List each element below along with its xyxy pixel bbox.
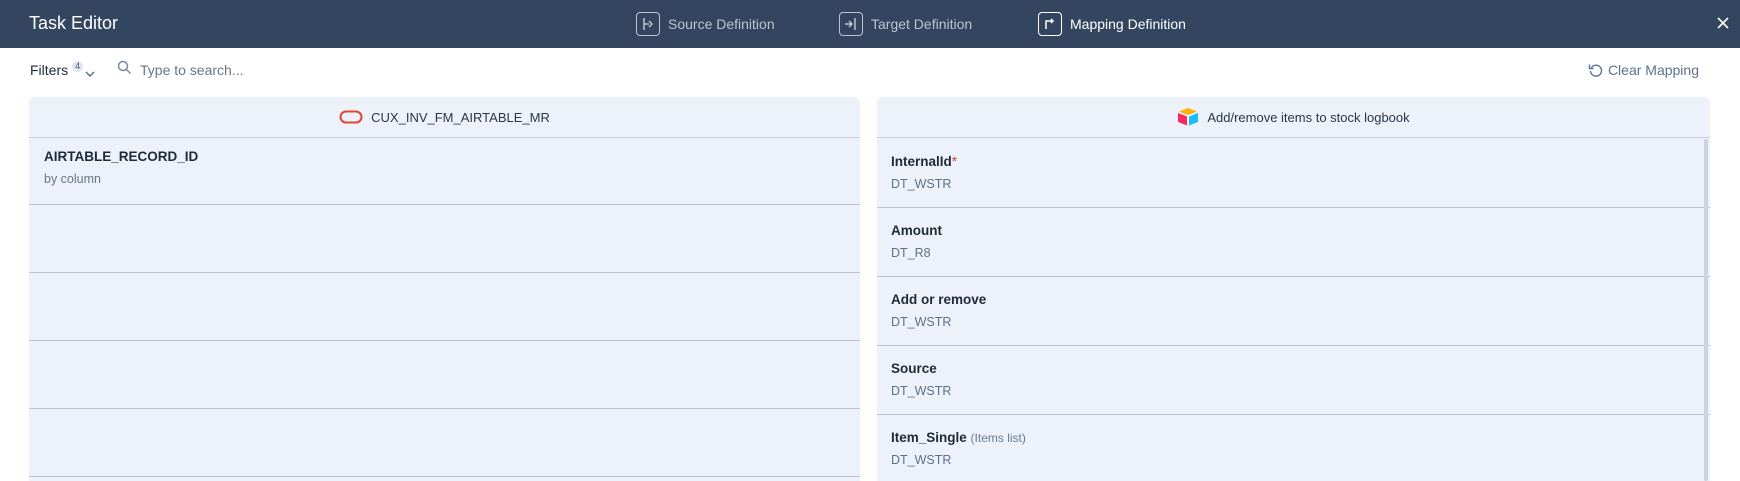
target-field-name: Add or remove [891, 292, 987, 307]
toolbar: Filters 4 Clear Mapping [0, 48, 1740, 96]
source-definition-icon [636, 12, 660, 36]
target-field-name: Source [891, 361, 937, 376]
target-row[interactable]: Add or remove DT_WSTR [877, 277, 1710, 346]
source-panel: CUX_INV_FM_AIRTABLE_MR AIRTABLE_RECORD_I… [29, 97, 860, 481]
target-field-type: DT_WSTR [891, 177, 952, 191]
search-input[interactable] [140, 62, 440, 78]
target-panel-title: Add/remove items to stock logbook [1207, 109, 1410, 125]
target-field-type: DT_WSTR [891, 384, 952, 398]
target-definition-icon [839, 12, 863, 36]
source-panel-header: CUX_INV_FM_AIRTABLE_MR [29, 97, 860, 138]
tab-target-label: Target Definition [871, 16, 973, 32]
target-row[interactable]: Item_Single (Items list) DT_WSTR [877, 415, 1710, 481]
tab-mapping-definition[interactable]: Mapping Definition [1038, 11, 1186, 37]
oracle-icon [339, 110, 363, 124]
target-panel: Add/remove items to stock logbook Intern… [877, 97, 1710, 481]
tab-source-label: Source Definition [668, 16, 775, 32]
filters-button[interactable]: Filters 4 [30, 61, 95, 81]
target-scrollbar[interactable] [1704, 139, 1708, 481]
target-field-name: InternalId [891, 154, 952, 169]
source-row-empty[interactable] [29, 205, 860, 273]
tab-target-definition[interactable]: Target Definition [839, 11, 972, 37]
airtable-icon [1177, 107, 1199, 127]
source-row[interactable]: AIRTABLE_RECORD_ID by column [29, 139, 860, 205]
app-title: Task Editor [29, 13, 119, 33]
clear-mapping-label: Clear Mapping [1607, 62, 1699, 78]
search-icon [117, 60, 132, 80]
source-row-empty[interactable] [29, 273, 860, 341]
required-marker: * [951, 154, 958, 169]
tab-source-definition[interactable]: Source Definition [636, 11, 775, 37]
header-bar: Task Editor Source Definition Target Def… [0, 0, 1740, 48]
close-icon[interactable] [1714, 14, 1732, 32]
target-field-name: Item_Single [891, 430, 967, 445]
reset-icon [1588, 64, 1603, 77]
source-field-mode: by column [44, 172, 101, 186]
target-field-name: Amount [891, 223, 942, 238]
filters-label: Filters [30, 62, 69, 78]
search-box [117, 60, 440, 80]
target-field-type: DT_WSTR [891, 315, 952, 329]
target-row[interactable]: InternalId* DT_WSTR [877, 139, 1710, 208]
target-field-hint: (Items list) [970, 431, 1026, 445]
filters-count-badge: 4 [72, 61, 84, 72]
source-panel-title: CUX_INV_FM_AIRTABLE_MR [371, 109, 550, 125]
clear-mapping-button[interactable]: Clear Mapping [1588, 62, 1699, 78]
source-row-empty[interactable] [29, 341, 860, 409]
target-panel-header: Add/remove items to stock logbook [877, 97, 1710, 138]
tab-mapping-label: Mapping Definition [1070, 16, 1186, 32]
target-row[interactable]: Source DT_WSTR [877, 346, 1710, 415]
target-row[interactable]: Amount DT_R8 [877, 208, 1710, 277]
target-field-type: DT_WSTR [891, 453, 952, 467]
target-field-type: DT_R8 [891, 246, 931, 260]
source-row-empty[interactable] [29, 409, 860, 477]
mapping-definition-icon [1038, 12, 1062, 36]
chevron-down-icon [85, 65, 95, 81]
source-field-name: AIRTABLE_RECORD_ID [44, 149, 199, 164]
